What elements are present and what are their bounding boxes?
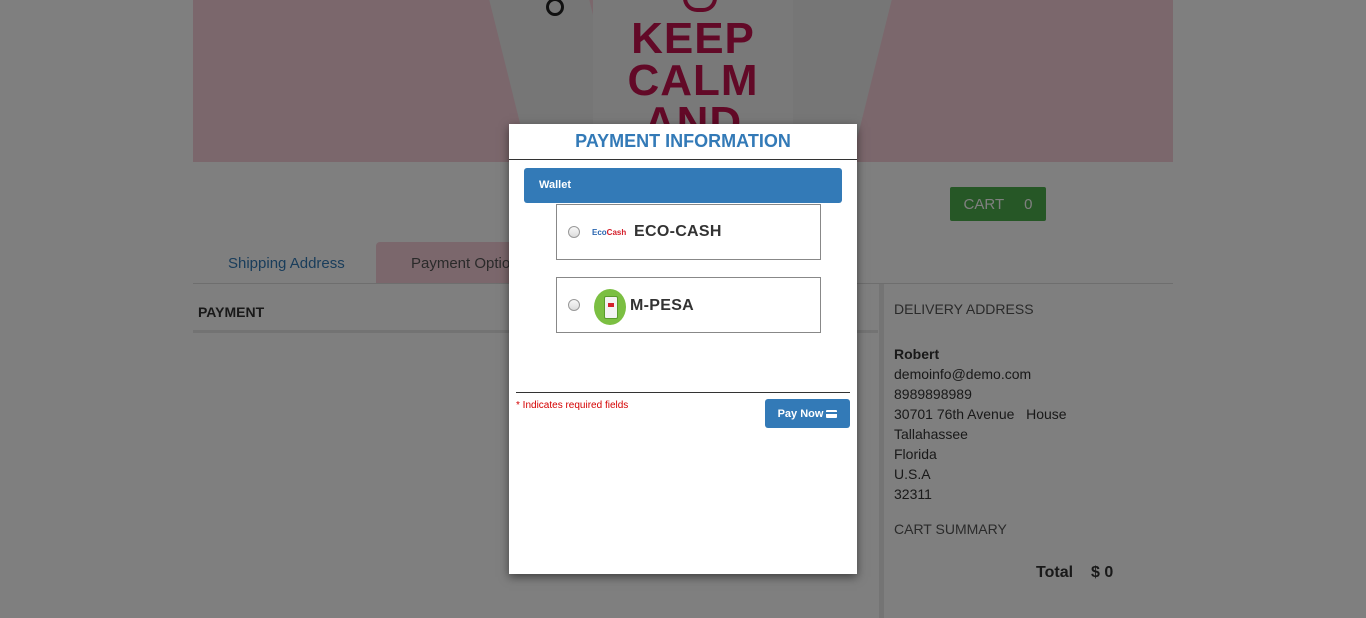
mpesa-logo-icon — [594, 289, 626, 325]
mpesa-option[interactable]: M-PESA — [556, 277, 821, 333]
mpesa-label: M-PESA — [630, 297, 695, 314]
modal-title: PAYMENT INFORMATION — [509, 124, 857, 160]
wallet-section-header[interactable]: Wallet — [524, 168, 842, 203]
ecocash-radio[interactable] — [568, 226, 580, 238]
pay-now-label: Pay Now — [777, 407, 824, 420]
ecocash-label: ECO-CASH — [634, 223, 722, 240]
ecocash-option[interactable]: EcoCash ECO-CASH — [556, 204, 821, 260]
pay-now-button[interactable]: Pay Now — [765, 399, 850, 428]
payment-modal: PAYMENT INFORMATION Wallet EcoCash ECO-C… — [509, 124, 857, 574]
credit-card-icon — [826, 409, 838, 418]
modal-divider — [516, 392, 850, 393]
wallet-label: Wallet — [539, 179, 571, 191]
ecocash-logo: EcoCash — [592, 228, 627, 237]
mpesa-radio[interactable] — [568, 299, 580, 311]
required-fields-note: * Indicates required fields — [516, 400, 629, 411]
